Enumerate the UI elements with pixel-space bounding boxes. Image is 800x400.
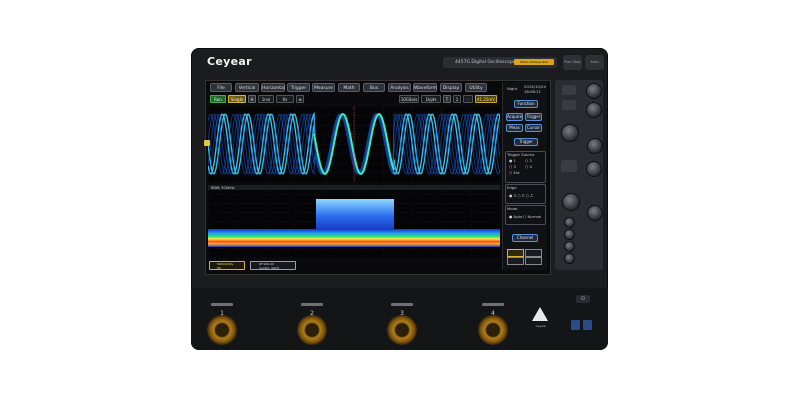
menu-bus[interactable]: Bus: [363, 83, 385, 92]
zoom-icon[interactable]: ⊕: [296, 95, 304, 103]
trigger-source-title: Trigger Source: [507, 152, 535, 157]
waveform-view[interactable]: [207, 106, 501, 182]
ch3-bnc-connector[interactable]: [387, 315, 417, 345]
source-3[interactable]: ○ 3: [509, 164, 516, 169]
menu-horizontal[interactable]: Horizontal: [261, 83, 285, 92]
trigger-level-knob[interactable]: [586, 161, 602, 177]
spectrum-svg: [208, 185, 500, 257]
rising-edge-icon[interactable]: ⟋: [463, 95, 473, 103]
multipurpose-knob[interactable]: [586, 83, 602, 99]
ch4-strip: [482, 303, 504, 306]
ch3-soft[interactable]: [507, 257, 524, 265]
spectrum-view[interactable]: [208, 185, 500, 257]
night-label: Night: [507, 86, 518, 91]
usb-port-icon[interactable]: [571, 320, 580, 330]
auto-key[interactable]: Auto: [585, 55, 604, 70]
edge-options[interactable]: ● ⎍ ○ ⎍ ○ ⎍: [509, 193, 533, 198]
ch1-info-box[interactable]: 500mV/div 0V: [209, 261, 245, 270]
memory-depth: 1kpts: [421, 95, 441, 103]
menu-math[interactable]: Math: [338, 83, 360, 92]
menu-display[interactable]: Display: [440, 83, 462, 92]
horizontal-position-knob[interactable]: [587, 138, 603, 154]
ch-key-4[interactable]: [564, 253, 575, 264]
source-ext[interactable]: ○ Ext: [509, 170, 520, 175]
ch2-bnc-connector[interactable]: [297, 315, 327, 345]
mode-auto[interactable]: ● Auto: [509, 214, 522, 219]
meas-button[interactable]: Meas: [506, 124, 523, 132]
rf-info-box[interactable]: RF:900.00 Center: 4GHz: [250, 261, 296, 270]
menu-trigger[interactable]: Trigger: [287, 83, 310, 92]
ch1-marker[interactable]: [204, 140, 210, 146]
rf-center: Center: 4GHz: [259, 266, 280, 270]
ch3-strip: [391, 303, 413, 306]
time-offset-value[interactable]: 0s: [276, 95, 294, 103]
rbw-label: RBW: 500kHz: [211, 186, 235, 190]
key-mode[interactable]: [561, 160, 577, 172]
clock-label: 18:08:21: [524, 89, 542, 94]
mode-normal[interactable]: ○ Normal: [523, 214, 541, 219]
horizontal-indicator: H: [248, 95, 256, 103]
ch2-strip: [301, 303, 323, 306]
brand-logo: Ceyear: [207, 55, 252, 68]
ch-key-2[interactable]: [564, 229, 575, 240]
acquire-button[interactable]: Acquire: [506, 113, 523, 121]
usb-port-icon-2[interactable]: [583, 320, 592, 330]
mode-title: Mode: [507, 206, 518, 211]
key-default[interactable]: [562, 85, 576, 95]
ch-key-3[interactable]: [564, 241, 575, 252]
ch1-bnc-connector[interactable]: [207, 315, 237, 345]
vertical-scale-knob[interactable]: [562, 193, 580, 211]
ch4-bnc-connector[interactable]: [478, 315, 508, 345]
power-icon[interactable]: ⏻: [576, 295, 590, 303]
source-2[interactable]: ○ 2: [525, 158, 532, 163]
warning-icon: [532, 307, 548, 321]
ch2-soft[interactable]: [525, 249, 542, 257]
knob-b[interactable]: [586, 102, 602, 118]
function-button[interactable]: Function: [514, 100, 538, 108]
source-1[interactable]: ● 1: [509, 158, 516, 163]
edge-title: Edge: [507, 185, 517, 190]
run-stop-key[interactable]: Run Stop: [563, 55, 582, 70]
trigger-menu-button[interactable]: Trigger: [525, 113, 542, 121]
channel-button[interactable]: Channel: [512, 234, 538, 242]
menu-vertical[interactable]: Vertical: [235, 83, 259, 92]
menu-utility[interactable]: Utility: [465, 83, 487, 92]
model-badge: 8GHz 20GSa/s 8bit: [514, 59, 554, 65]
menu-analysis[interactable]: Analysis: [388, 83, 411, 92]
bottom-logo: Ceyear: [535, 324, 547, 328]
ch1-strip: [211, 303, 233, 306]
ch-key-1[interactable]: [564, 217, 575, 228]
source-4[interactable]: ○ 4: [525, 164, 532, 169]
key-menu[interactable]: [562, 100, 576, 110]
vertical-position-knob[interactable]: [587, 205, 603, 221]
waveform-svg: [207, 106, 501, 182]
trigger-indicator: T: [443, 95, 451, 103]
sample-rate: 10GSa/s: [399, 95, 419, 103]
ch4-soft[interactable]: [525, 257, 542, 265]
ch1-soft[interactable]: [507, 249, 524, 257]
trigger-slope-value[interactable]: 1: [453, 95, 461, 103]
cursor-button[interactable]: Cursor: [525, 124, 542, 132]
menu-measure[interactable]: Measure: [312, 83, 335, 92]
single-button[interactable]: Single: [228, 95, 246, 103]
run-indicator[interactable]: Run: [210, 95, 226, 103]
horizontal-scale-knob[interactable]: [561, 124, 579, 142]
ch1-offset: 0V: [217, 266, 221, 270]
trigger-level[interactable]: 41.25mV: [475, 95, 497, 103]
timebase-value[interactable]: 1ns/: [258, 95, 274, 103]
menu-waveform[interactable]: Waveform: [413, 83, 437, 92]
menu-file[interactable]: File: [210, 83, 232, 92]
trigger-button[interactable]: Trigger: [514, 138, 538, 146]
